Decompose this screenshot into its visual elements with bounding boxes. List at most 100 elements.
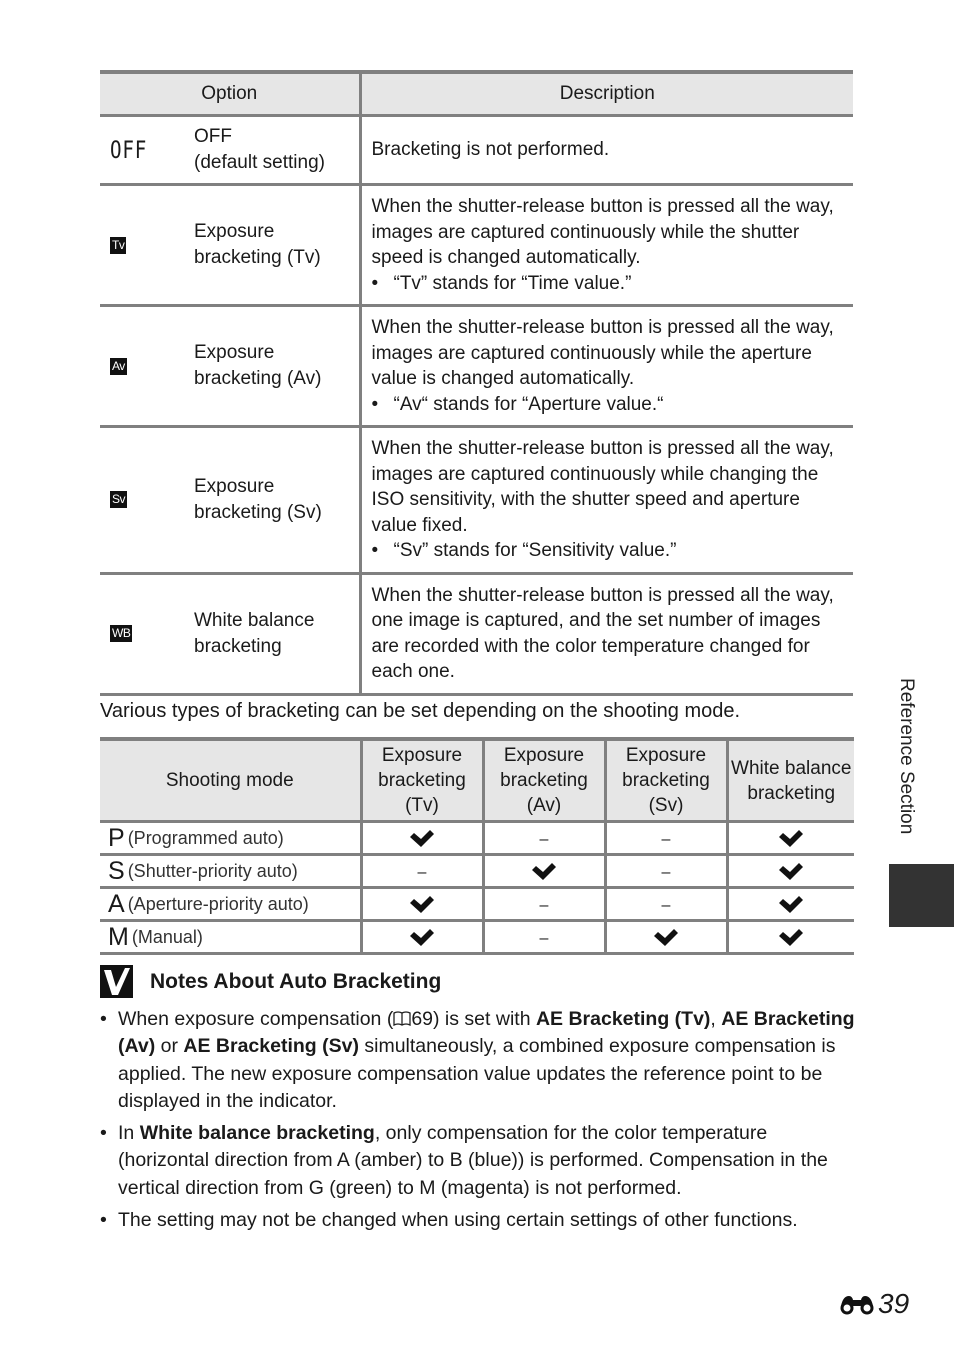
option-cell: OFF OFF (default setting) <box>100 115 362 185</box>
notes-section: Notes About Auto Bracketing • When exposu… <box>100 965 860 1239</box>
table-header-row: Option Description <box>100 72 853 116</box>
option-description: Bracketing is not performed. <box>371 139 610 161</box>
mode-description: (Shutter-priority auto) <box>127 860 298 881</box>
off-icon: OFF <box>110 136 148 164</box>
option-row: Tv Exposure bracketing (Tv) When the shutte… <box>100 184 853 306</box>
mode-row: A (Aperture-priority auto) – – <box>100 887 854 921</box>
description-note: • “Tv” stands for “Time value.” <box>371 272 632 294</box>
table-header-row: Shooting mode Exposure bracketing (Tv) E… <box>100 739 854 822</box>
option-cell: Sv Exposure bracketing (Sv) <box>100 426 362 573</box>
option-description: When the shutter-release button is press… <box>371 584 834 683</box>
intro-text: Various types of bracketing can be set d… <box>100 700 741 722</box>
notes-list: • When exposure compensation (69) is set … <box>100 1006 860 1234</box>
bullet: • <box>100 1209 107 1232</box>
dash-icon: – <box>417 863 427 881</box>
option-row: WB White balance bracketing When the shutte… <box>100 573 853 694</box>
mode-name-cell: A (Aperture-priority auto) <box>100 887 363 921</box>
dash-icon: – <box>661 896 671 914</box>
availability-cell <box>361 821 485 855</box>
page-number: 39 <box>838 1288 909 1320</box>
mode-row: S (Shutter-priority auto) – – <box>100 854 854 888</box>
mode-description: (Aperture-priority auto) <box>127 893 309 914</box>
availability-cell <box>727 822 854 855</box>
dash-icon: – <box>539 830 549 848</box>
description-note: • “Sv” stands for “Sensitivity value.” <box>371 540 677 561</box>
availability-cell: – <box>361 854 485 888</box>
check-icon <box>409 894 435 914</box>
note-item: • The setting may not be changed when usi… <box>100 1207 860 1234</box>
mode-name-cell: M (Manual) <box>100 920 363 954</box>
mode-description: (Programmed auto) <box>127 827 284 848</box>
option-label: Exposure bracketing (Sv) <box>194 475 322 523</box>
availability-cell: – <box>605 821 729 855</box>
option-cell: WB White balance bracketing <box>100 573 362 694</box>
dash-icon: – <box>661 830 671 848</box>
mode-letter: P <box>108 823 125 852</box>
mode-row: P (Programmed auto) – – <box>100 821 854 855</box>
header-wb: White balance bracketing <box>727 739 854 822</box>
option-cell: Tv Exposure bracketing (Tv) <box>100 184 362 306</box>
mode-description: (Manual) <box>131 926 203 947</box>
option-label: White balance bracketing <box>194 609 315 657</box>
section-tab-label: Reference Section <box>896 678 917 835</box>
availability-cell <box>727 888 854 921</box>
book-icon <box>393 1007 411 1027</box>
mode-letter: S <box>108 856 125 885</box>
availability-cell: – <box>605 854 729 888</box>
option-label: Exposure bracketing (Av) <box>194 342 322 389</box>
caution-check-icon <box>100 965 133 998</box>
bracketing-options-table: Option Description OFF OFF (default settin… <box>100 70 853 696</box>
sv-icon: Sv <box>110 491 128 509</box>
av-icon: Av <box>110 357 127 375</box>
option-description: When the shutter-release button is press… <box>360 427 853 574</box>
availability-cell: – <box>605 887 729 921</box>
reference-section-icon <box>840 1296 874 1315</box>
option-row: Av Exposure bracketing (Av) When the shutte… <box>100 305 853 427</box>
wb-icon: WB <box>110 625 133 642</box>
availability-cell <box>727 855 854 888</box>
check-icon <box>653 927 679 947</box>
option-row: OFF OFF (default setting) Bracketing is not… <box>100 115 853 185</box>
header-tv: Exposure bracketing (Tv) <box>361 739 485 822</box>
header-av: Exposure bracketing (Av) <box>483 739 607 822</box>
shooting-mode-table: Shooting mode Exposure bracketing (Tv) E… <box>100 737 854 955</box>
check-icon <box>531 861 557 881</box>
availability-cell <box>483 854 607 888</box>
dash-icon: – <box>539 929 549 947</box>
dash-icon: – <box>661 863 671 881</box>
header-sv: Exposure bracketing (Sv) <box>605 739 729 822</box>
availability-cell <box>361 920 485 954</box>
availability-cell <box>605 920 729 954</box>
check-icon <box>778 861 804 881</box>
section-tab-marker <box>889 864 954 927</box>
availability-cell <box>727 921 854 954</box>
tv-icon: Tv <box>110 236 127 254</box>
page-number-text: 39 <box>878 1288 910 1319</box>
option-row: Sv Exposure bracketing (Sv) When the shutte… <box>100 426 853 574</box>
description-note: • “Av“ stands for “Aperture value.“ <box>371 393 664 415</box>
mode-letter: M <box>108 922 129 951</box>
header-shooting-mode: Shooting mode <box>100 739 363 822</box>
availability-cell: – <box>483 887 607 921</box>
check-icon <box>778 894 804 914</box>
header-option: Option <box>100 72 362 116</box>
check-icon <box>778 828 804 848</box>
option-label: OFF (default setting) <box>194 126 325 173</box>
check-icon <box>778 927 804 947</box>
option-cell: Av Exposure bracketing (Av) <box>100 305 362 427</box>
header-description: Description <box>360 72 853 116</box>
option-description: When the shutter-release button is press… <box>360 185 853 306</box>
mode-name-cell: S (Shutter-priority auto) <box>100 854 363 888</box>
mode-name-cell: P (Programmed auto) <box>100 821 363 855</box>
availability-cell: – <box>483 920 607 954</box>
option-label: Exposure bracketing (Tv) <box>194 221 321 268</box>
check-icon <box>409 927 435 947</box>
mode-letter: A <box>108 889 125 918</box>
note-item: • In White balance bracketing, only compe… <box>100 1122 828 1199</box>
mode-row: M (Manual) – <box>100 920 854 954</box>
availability-cell <box>361 887 485 921</box>
option-description: When the shutter-release button is press… <box>360 306 853 427</box>
bullet: • <box>100 1122 107 1145</box>
note-item: • When exposure compensation (69) is set … <box>100 1007 855 1112</box>
bullet: • <box>100 1008 107 1030</box>
